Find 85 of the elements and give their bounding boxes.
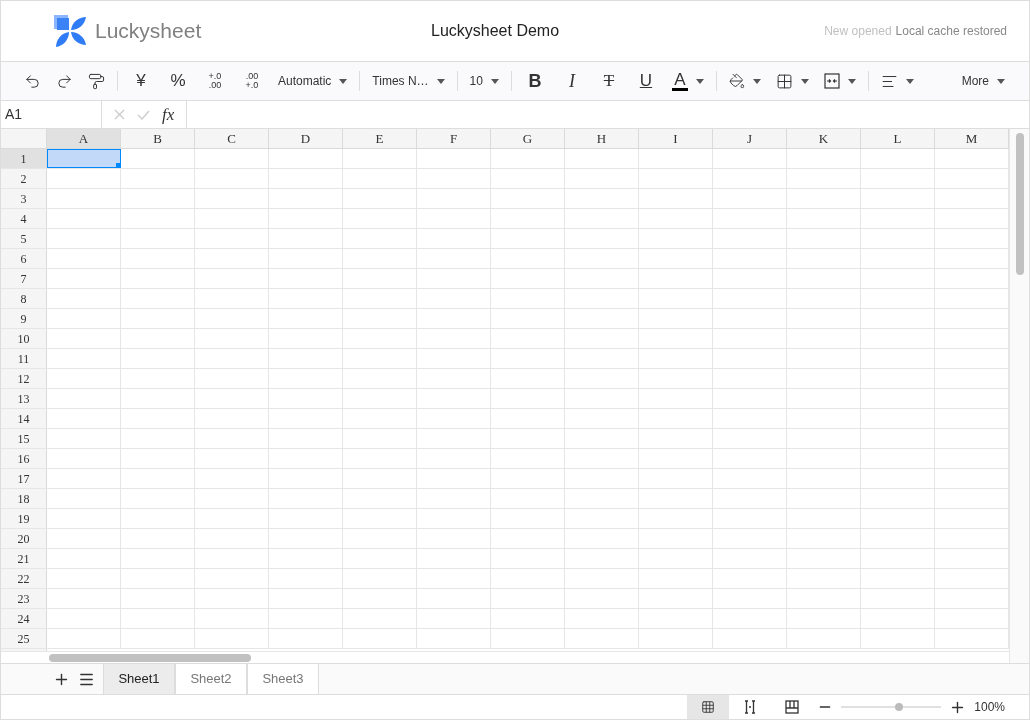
logo-icon <box>53 14 87 48</box>
sheet-tab[interactable]: Sheet1 <box>103 664 175 694</box>
column-header[interactable]: D <box>269 129 343 148</box>
row-header[interactable]: 9 <box>1 309 47 328</box>
caret-icon <box>339 78 348 84</box>
row-header[interactable]: 20 <box>1 529 47 548</box>
paint-bucket-icon <box>728 73 745 89</box>
row-header[interactable]: 22 <box>1 569 47 588</box>
fill-handle[interactable] <box>116 163 121 168</box>
column-header[interactable]: K <box>787 129 861 148</box>
row-header[interactable]: 6 <box>1 249 47 268</box>
sheet-tab[interactable]: Sheet3 <box>247 664 319 694</box>
decimal-button[interactable]: .00 +.0 <box>234 67 270 95</box>
row-header[interactable]: 14 <box>1 409 47 428</box>
grid-icon <box>701 700 716 714</box>
caret-icon <box>997 78 1005 84</box>
row-header[interactable]: 18 <box>1 489 47 508</box>
row-header[interactable]: 13 <box>1 389 47 408</box>
column-header[interactable]: C <box>195 129 269 148</box>
dropdown-button[interactable]: Times N… <box>365 67 452 95</box>
row-header[interactable]: 15 <box>1 429 47 448</box>
row-header[interactable]: 7 <box>1 269 47 288</box>
dropdown-button[interactable]: Automatic <box>271 67 355 95</box>
underline-button[interactable]: U <box>627 67 664 95</box>
format-button[interactable]: % <box>160 67 196 95</box>
caret-icon <box>800 78 809 84</box>
row-header[interactable]: 2 <box>1 169 47 188</box>
strikethrough-button[interactable]: T <box>590 67 627 95</box>
logo-text: Luckysheet <box>95 18 202 45</box>
row-header[interactable]: 8 <box>1 289 47 308</box>
column-header[interactable]: I <box>639 129 713 148</box>
sheet-tab[interactable]: Sheet2 <box>175 664 247 694</box>
row-header[interactable]: 21 <box>1 549 47 568</box>
caret-icon <box>847 78 856 84</box>
caret-icon <box>490 78 499 84</box>
bold-button[interactable]: B <box>516 67 553 95</box>
redo-icon <box>56 72 73 90</box>
format-button[interactable]: ¥ <box>123 67 159 95</box>
more-button[interactable]: More <box>953 67 1013 95</box>
row-header[interactable]: 17 <box>1 469 47 488</box>
row-header[interactable]: 16 <box>1 449 47 468</box>
selected-cell[interactable] <box>47 149 121 168</box>
undo-icon <box>24 72 41 90</box>
row-header[interactable]: 12 <box>1 369 47 388</box>
view-mode-button[interactable] <box>687 695 730 719</box>
document-title: Luckysheet Demo <box>431 21 560 41</box>
column-header[interactable]: F <box>417 129 491 148</box>
caret-icon <box>436 78 445 84</box>
caret-icon <box>695 78 704 84</box>
horizontal-scrollbar[interactable] <box>49 653 251 662</box>
row-header[interactable]: 25 <box>1 629 47 648</box>
status-text: Local cache restored <box>895 23 1007 40</box>
column-header[interactable]: A <box>47 129 121 148</box>
zoom-reading: 100% <box>974 699 1005 716</box>
row-header[interactable]: 10 <box>1 329 47 348</box>
italic-button[interactable]: I <box>553 67 590 95</box>
row-header[interactable]: 5 <box>1 229 47 248</box>
column-header[interactable]: B <box>121 129 195 148</box>
row-header[interactable]: 11 <box>1 349 47 368</box>
border-icon <box>775 72 793 90</box>
row-header[interactable]: 19 <box>1 509 47 528</box>
column-header[interactable]: H <box>565 129 639 148</box>
page-break-icon <box>743 700 758 714</box>
column-header[interactable]: G <box>491 129 565 148</box>
vertical-scrollbar[interactable] <box>1015 133 1024 275</box>
caret-icon <box>905 78 914 84</box>
font-color-button[interactable]: A <box>664 67 711 95</box>
function-label[interactable]: fx <box>162 101 175 128</box>
zoom-slider-thumb[interactable] <box>895 703 904 711</box>
row-header[interactable]: 1 <box>1 149 47 168</box>
merge-icon <box>823 73 840 89</box>
row-header[interactable]: 3 <box>1 189 47 208</box>
column-header[interactable]: J <box>713 129 787 148</box>
row-header[interactable]: 4 <box>1 209 47 228</box>
row-header[interactable]: 24 <box>1 609 47 628</box>
caret-icon <box>752 78 761 84</box>
column-header[interactable]: E <box>343 129 417 148</box>
row-header[interactable]: 23 <box>1 589 47 608</box>
paint-roller-icon <box>88 72 105 90</box>
page-layout-icon <box>785 700 800 714</box>
dropdown-button[interactable]: 10 <box>462 67 506 95</box>
cell-reference-field[interactable]: A1 <box>1 101 102 128</box>
status-text: New opened <box>824 23 892 40</box>
decimal-button[interactable]: +.0 .00 <box>197 67 233 95</box>
column-header[interactable]: L <box>861 129 935 148</box>
